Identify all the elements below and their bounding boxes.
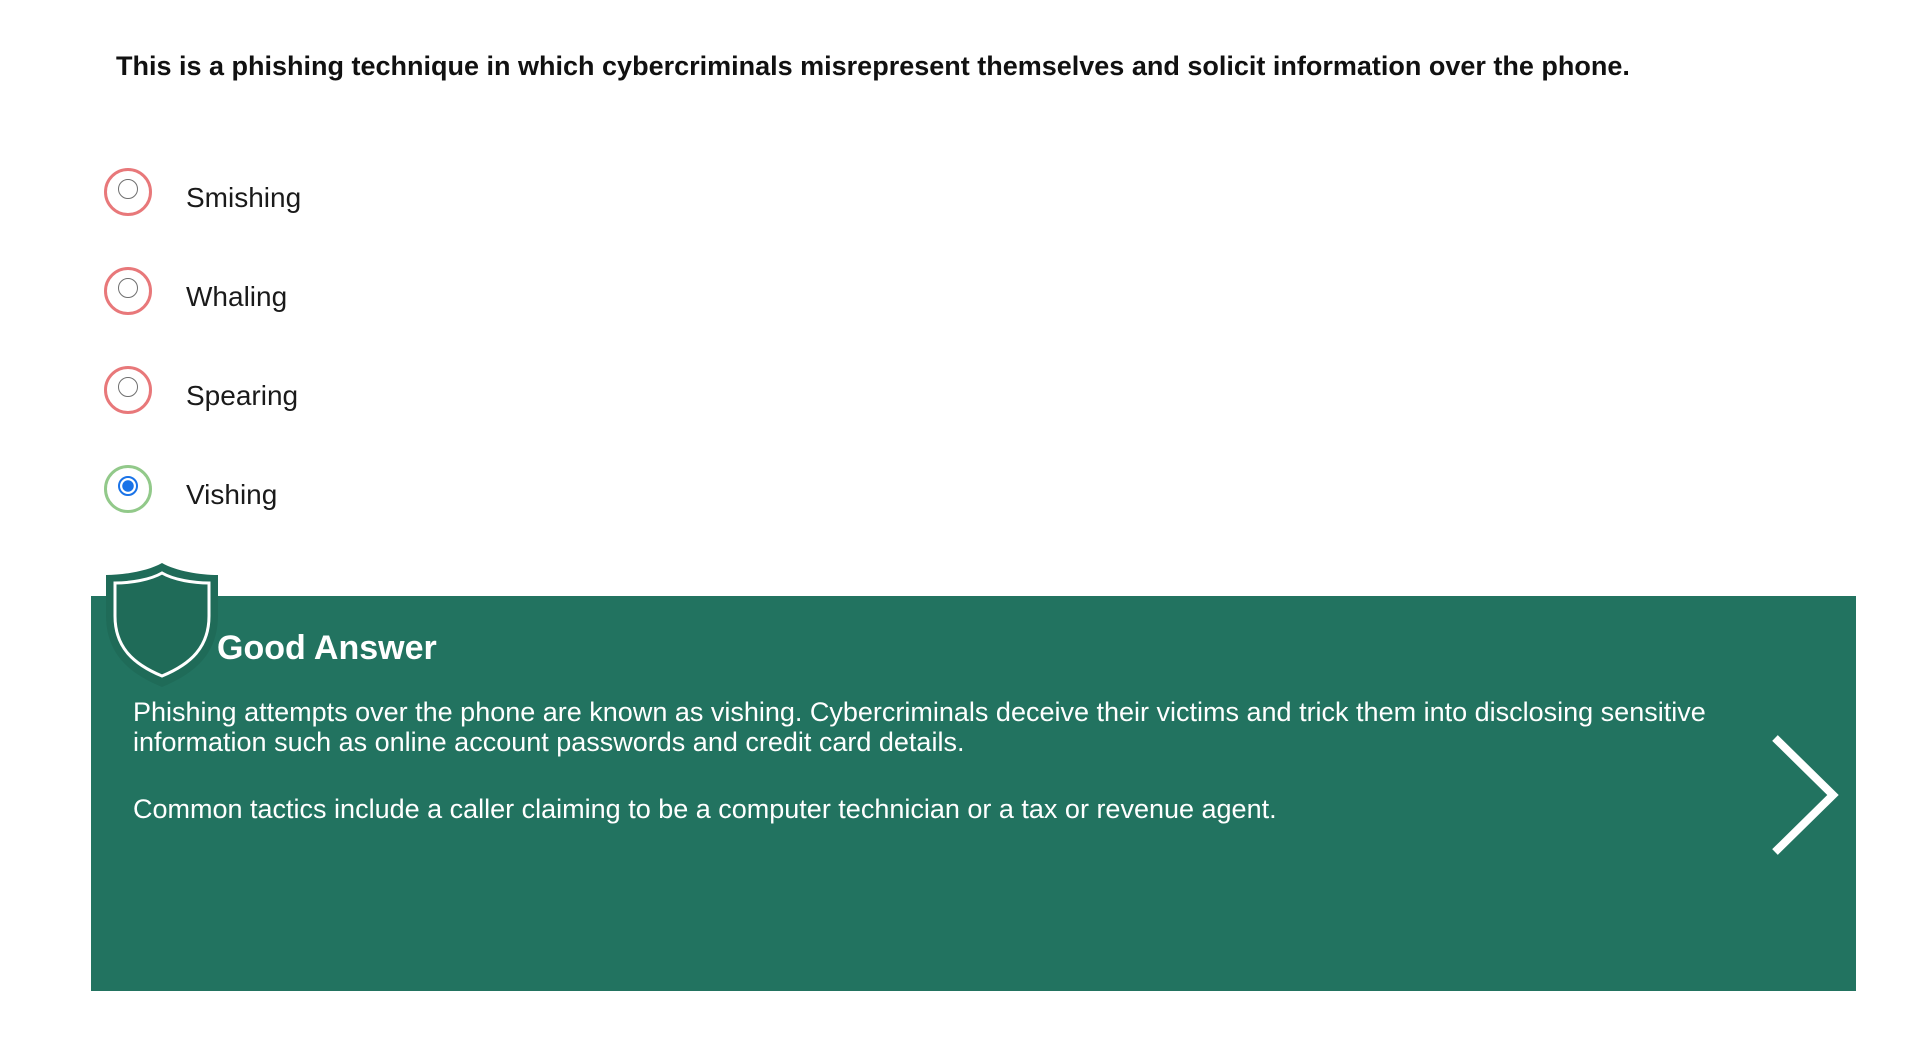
question-text: This is a phishing technique in which cy…: [116, 51, 1630, 81]
radio-button[interactable]: [118, 278, 138, 298]
radio-ring-correct: [104, 465, 152, 513]
option-vishing[interactable]: Vishing: [104, 465, 301, 564]
radio-button-checked[interactable]: [118, 476, 138, 496]
option-label: Vishing: [186, 479, 278, 510]
feedback-panel: Good Answer Phishing attempts over the p…: [91, 596, 1856, 991]
option-whaling[interactable]: Whaling: [104, 267, 301, 366]
feedback-paragraph: Phishing attempts over the phone are kno…: [133, 697, 1706, 757]
option-label: Spearing: [186, 380, 299, 411]
radio-ring: [104, 168, 152, 216]
radio-button[interactable]: [118, 377, 138, 397]
shield-icon: [106, 563, 218, 687]
chevron-right-icon[interactable]: [1769, 734, 1841, 856]
feedback-paragraph: Common tactics include a caller claiming…: [133, 794, 1277, 824]
option-spearing[interactable]: Spearing: [104, 366, 301, 465]
feedback-title: Good Answer: [217, 629, 437, 667]
quiz-page: This is a phishing technique in which cy…: [0, 0, 1906, 1044]
option-label: Smishing: [186, 182, 302, 213]
option-smishing[interactable]: Smishing: [104, 168, 301, 267]
radio-button[interactable]: [118, 179, 138, 199]
answer-options: Smishing Whaling Spearing Vishing: [104, 168, 301, 564]
radio-ring: [104, 366, 152, 414]
option-label: Whaling: [186, 281, 288, 312]
radio-ring: [104, 267, 152, 315]
feedback-body: Phishing attempts over the phone are kno…: [133, 697, 1733, 861]
